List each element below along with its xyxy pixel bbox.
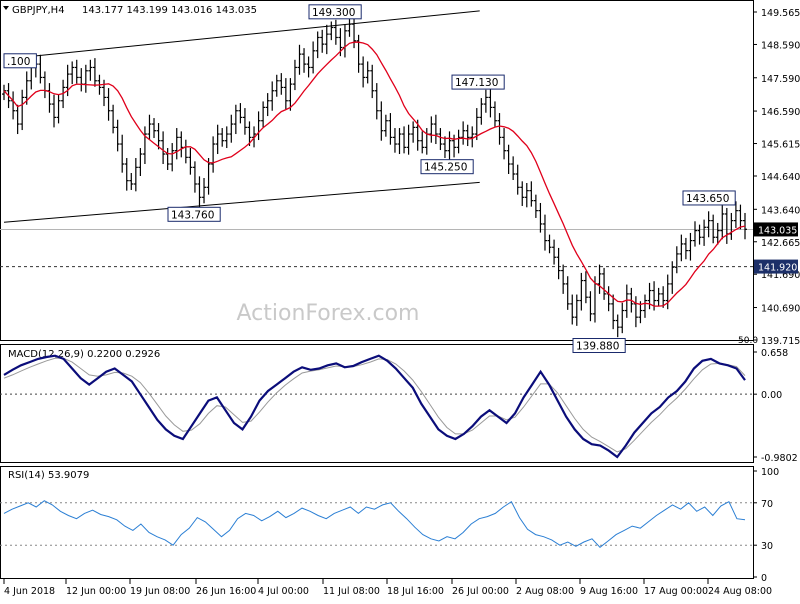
rsi-panel-frame [0, 466, 754, 579]
price-annotation-label: 145.250 [424, 162, 467, 174]
price-tick-label: 145.615 [761, 140, 800, 151]
price-annotation-label: .100 [7, 56, 30, 68]
macd-tick-label: 0.00 [761, 390, 782, 401]
price-annotation-label: 147.130 [455, 77, 498, 89]
channel-upper [3, 10, 480, 60]
rsi-title: RSI(14) 53.9079 [8, 470, 89, 481]
last-price-tag-label: 143.035 [758, 225, 797, 236]
watermark: ActionForex.com [237, 301, 420, 326]
time-tick-label: 4 Jul 00:00 [258, 586, 309, 597]
collapse-triangle-icon[interactable] [3, 6, 9, 10]
channel-lower [3, 181, 480, 223]
time-tick-label: 2 Aug 08:00 [516, 586, 574, 597]
time-tick-label: 9 Aug 16:00 [580, 586, 638, 597]
price-tick-label: 149.565 [761, 8, 800, 19]
price-tick-label: 146.590 [761, 107, 800, 118]
time-tick-label: 17 Aug 00:00 [644, 586, 708, 597]
price-tick-label: 140.690 [761, 304, 800, 315]
rsi-tick-label: 30 [761, 541, 773, 552]
price-annotation-label: 143.760 [171, 209, 214, 221]
macd-panel-frame [0, 344, 754, 463]
macd-indicator: 0.658 0.00 -0.9802 [0, 348, 798, 464]
price-levels [0, 228, 753, 268]
time-tick-label: 19 Jun 08:00 [130, 586, 190, 597]
time-tick-label: 26 Jul 00:00 [452, 586, 509, 597]
time-tick-label: 11 Jul 08:00 [323, 586, 380, 597]
price-tick-label: 147.590 [761, 74, 800, 85]
macd-title: MACD(12,26,9) 0.2200 0.2926 [8, 349, 160, 360]
macd-line [3, 354, 746, 459]
price-tick-label: 142.665 [761, 238, 800, 249]
forex-chart: ActionForex.com GBPJPY,H4 143.177 143.19… [0, 0, 800, 600]
price-annotation-label: 143.650 [686, 193, 729, 205]
time-tick-label: 24 Aug 08:00 [708, 586, 772, 597]
rsi-tick-label: 70 [761, 499, 773, 510]
price-annotation-label: 139.880 [576, 341, 619, 353]
time-tick-label: 18 Jul 16:00 [387, 586, 444, 597]
time-tick-label: 26 Jun 16:00 [196, 586, 256, 597]
trend-channel [3, 10, 480, 223]
price-tick-label: 139.715 [761, 336, 800, 347]
price-panel-frame [0, 0, 754, 341]
rsi-indicator: 100 70 30 0 [0, 467, 779, 584]
price-axis: 149.565 148.590 147.590 146.590 145.615 144.6… [753, 8, 800, 347]
macd-tick-label: -0.9802 [761, 453, 798, 464]
macd-tick-label: 0.658 [761, 348, 788, 359]
price-tick-label: 148.590 [761, 40, 800, 51]
price-tick-label: 143.640 [761, 205, 800, 216]
ma-period-label: 50.0 [738, 336, 758, 346]
time-tick-label: 4 Jun 2018 [4, 586, 55, 597]
chart-svg: ActionForex.com GBPJPY,H4 143.177 143.19… [0, 0, 800, 597]
rsi-tick-label: 100 [761, 467, 779, 478]
time-axis: 4 Jun 2018 12 Jun 00:00 19 Jun 08:00 26 Jun… [3, 579, 772, 597]
rsi-tick-label: 0 [761, 573, 767, 584]
symbol-label: GBPJPY,H4 [12, 5, 65, 16]
price-tick-label: 144.640 [761, 172, 800, 183]
time-tick-label: 12 Jun 00:00 [66, 586, 126, 597]
price-annotation-label: 149.300 [312, 7, 355, 19]
macd-signal-line [3, 357, 746, 453]
price-bars [2, 14, 747, 338]
ohlc-values: 143.177 143.199 143.016 143.035 [82, 5, 257, 16]
support-tag-label: 141.920 [758, 263, 797, 274]
rsi-line [3, 500, 746, 548]
